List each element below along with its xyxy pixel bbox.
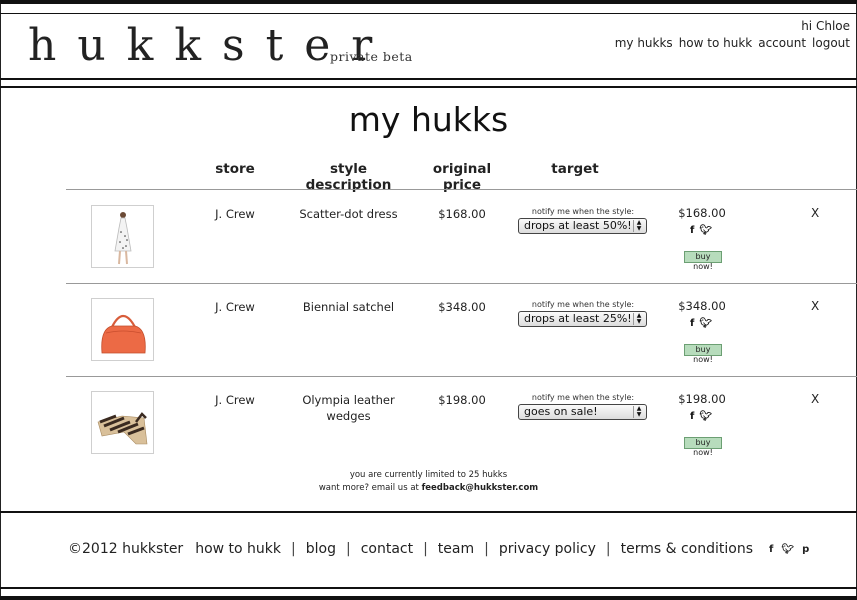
current-price: $198.00: [678, 392, 726, 406]
footer-separator: |: [605, 541, 611, 557]
facebook-icon[interactable]: f: [690, 411, 694, 422]
remove-button[interactable]: X: [811, 392, 819, 406]
facebook-icon[interactable]: f: [769, 544, 773, 555]
item-original-price: $198.00: [438, 393, 486, 407]
product-image-wedges[interactable]: [91, 391, 154, 454]
nav-logout[interactable]: logout: [812, 36, 850, 50]
logo[interactable]: hukkster: [28, 20, 393, 72]
row-divider: [66, 376, 857, 377]
row-divider: [66, 283, 857, 284]
item-style[interactable]: Scatter-dot dress: [293, 206, 404, 222]
footer-separator: |: [291, 541, 296, 557]
header-divider-2: [0, 86, 857, 88]
remove-button[interactable]: X: [811, 299, 819, 313]
top-border: [0, 0, 857, 4]
item-store: J. Crew: [215, 393, 255, 407]
nav-account[interactable]: account: [758, 36, 806, 50]
target-select-value: drops at least 50%!: [524, 219, 632, 232]
column-store: store: [215, 161, 255, 177]
footer: ©2012 hukkster how to hukk | blog | cont…: [68, 541, 809, 557]
footer-divider: [0, 511, 857, 513]
facebook-icon[interactable]: f: [690, 225, 694, 236]
select-arrows-icon: ▲ ▼: [633, 406, 644, 418]
share-icons: f 🐦︎: [690, 318, 720, 329]
table-divider: [66, 189, 857, 190]
target-select[interactable]: goes on sale! ▲ ▼: [518, 404, 647, 420]
item-store: J. Crew: [215, 300, 255, 314]
footer-link-blog[interactable]: blog: [306, 541, 336, 557]
item-original-price: $348.00: [438, 300, 486, 314]
twitter-icon[interactable]: 🐦︎: [699, 318, 712, 329]
limit-note: you are currently limited to 25 hukks: [349, 470, 508, 480]
select-arrows-icon: ▲ ▼: [633, 313, 644, 325]
target-select[interactable]: drops at least 25%! ▲ ▼: [518, 311, 647, 327]
email-note-prefix: want more? email us at: [318, 483, 419, 493]
share-icons: f 🐦︎: [690, 411, 720, 422]
feedback-email-link[interactable]: feedback@hukkster.com: [422, 483, 539, 493]
product-image-satchel[interactable]: [91, 298, 154, 361]
bottom-border: [0, 596, 857, 600]
footer-link-contact[interactable]: contact: [361, 541, 413, 557]
notify-label: notify me when the style:: [531, 207, 635, 216]
footer-separator: |: [484, 541, 489, 557]
notify-label: notify me when the style:: [531, 300, 635, 309]
twitter-icon[interactable]: 🐦︎: [699, 225, 712, 236]
item-store: J. Crew: [215, 207, 255, 221]
footer-link-how-to-hukk[interactable]: how to hukk: [195, 541, 281, 557]
target-select[interactable]: drops at least 50%! ▲ ▼: [518, 218, 647, 234]
twitter-icon[interactable]: 🐦︎: [781, 544, 794, 555]
target-select-value: goes on sale!: [524, 405, 598, 418]
footer-link-privacy[interactable]: privacy policy: [499, 541, 596, 557]
share-icons: f 🐦︎: [690, 225, 720, 236]
beta-label: private beta: [330, 49, 413, 64]
greeting: hi Chloe: [801, 19, 850, 33]
nav-how-to-hukk[interactable]: how to hukk: [679, 36, 753, 50]
notify-label: notify me when the style:: [531, 393, 635, 402]
target-select-value: drops at least 25%!: [524, 312, 632, 325]
top-nav: my hukks how to hukk account logout: [615, 36, 850, 50]
column-target: target: [551, 161, 599, 177]
buy-now-button[interactable]: buy now!: [684, 344, 722, 364]
facebook-icon[interactable]: f: [690, 318, 694, 329]
twitter-icon[interactable]: 🐦︎: [699, 411, 712, 422]
item-original-price: $168.00: [438, 207, 486, 221]
email-note: want more? email us at feedback@hukkster…: [0, 483, 857, 493]
nav-my-hukks[interactable]: my hukks: [615, 36, 673, 50]
copyright: ©2012 hukkster: [68, 541, 184, 557]
top-border-thin: [0, 13, 857, 14]
bottom-border-thin: [0, 587, 857, 589]
item-style[interactable]: Biennial satchel: [293, 299, 404, 315]
header-divider: [0, 78, 857, 80]
footer-separator: |: [423, 541, 428, 557]
footer-separator: |: [345, 541, 351, 557]
remove-button[interactable]: X: [811, 206, 819, 220]
product-image-dress[interactable]: [91, 205, 154, 268]
pinterest-icon[interactable]: p: [802, 544, 809, 555]
buy-now-button[interactable]: buy now!: [684, 437, 722, 457]
footer-link-terms[interactable]: terms & conditions: [621, 541, 753, 557]
buy-now-button[interactable]: buy now!: [684, 251, 722, 271]
current-price: $348.00: [678, 299, 726, 313]
item-style[interactable]: Olympia leather wedges: [293, 392, 404, 424]
page-title: my hukks: [348, 100, 509, 139]
current-price: $168.00: [678, 206, 726, 220]
footer-social: f 🐦︎ p: [769, 544, 809, 555]
select-arrows-icon: ▲ ▼: [633, 220, 644, 232]
footer-link-team[interactable]: team: [438, 541, 474, 557]
